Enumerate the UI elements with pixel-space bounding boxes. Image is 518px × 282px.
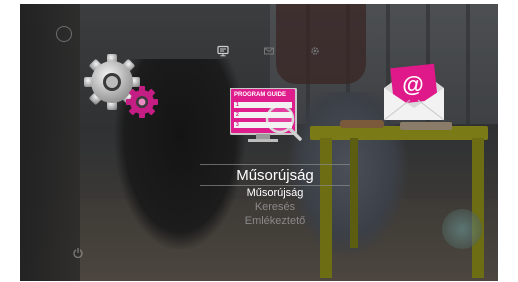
program-guide-heading: PROGRAM GUIDE — [234, 92, 287, 98]
program-guide-icon[interactable]: PROGRAM GUIDE 1 2 3 — [230, 88, 306, 148]
background-box — [400, 122, 452, 130]
settings-gears-icon[interactable] — [80, 52, 166, 122]
tv-icon[interactable] — [217, 45, 229, 57]
menu-item-program-guide[interactable]: Műsorújság — [190, 187, 360, 199]
mail-envelope-icon[interactable]: @ — [380, 62, 448, 122]
gear-icon[interactable] — [309, 45, 321, 57]
program-guide-row: 2 — [234, 112, 292, 118]
program-guide-row: 3 — [234, 122, 292, 128]
background-tray — [340, 120, 384, 128]
tv-menu-screen: PROGRAM GUIDE 1 2 3 @ Műsorújság Műsorúj… — [20, 4, 498, 281]
background-table-leg — [472, 138, 484, 278]
background-person — [20, 4, 80, 281]
menu-title: Műsorújság — [236, 167, 314, 184]
svg-text:@: @ — [402, 72, 423, 97]
power-icon[interactable] — [72, 247, 84, 259]
menu-item-search[interactable]: Keresés — [190, 201, 360, 213]
background-person-top — [276, 4, 366, 84]
menu-item-reminder[interactable]: Emlékeztető — [190, 215, 360, 227]
mail-icon[interactable] — [263, 45, 275, 57]
menu-divider — [200, 164, 350, 165]
globe-icon — [56, 26, 72, 42]
navigation-orb-icon[interactable] — [442, 209, 482, 249]
menu-divider — [200, 185, 350, 186]
background-table — [310, 126, 488, 140]
program-guide-row: 1 — [234, 102, 292, 108]
